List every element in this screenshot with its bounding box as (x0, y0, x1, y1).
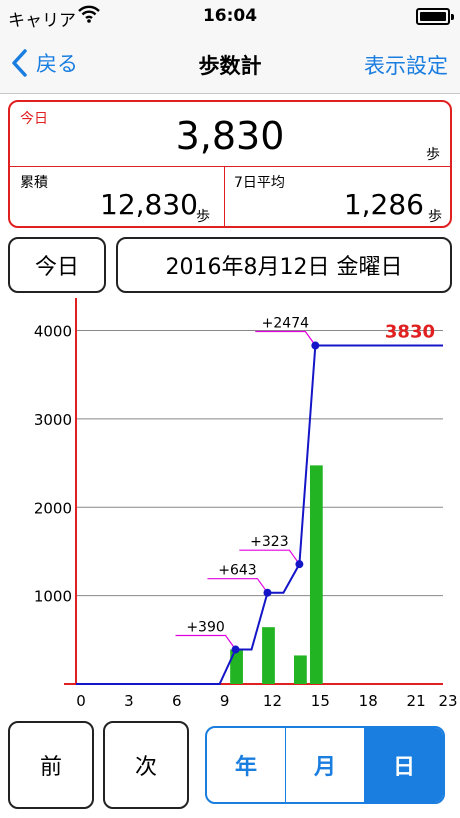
annotation-label: +323 (250, 534, 288, 550)
bar (294, 655, 307, 684)
y-tick-label: 2000 (34, 499, 72, 517)
x-tick-label: 15 (311, 692, 330, 706)
stats-divider (224, 166, 225, 226)
bar (262, 627, 275, 684)
annotation-label: +643 (218, 563, 256, 579)
annotation-leader (255, 330, 316, 346)
data-point (311, 341, 320, 350)
cumulative-value: 12,830 (100, 188, 198, 221)
bar (309, 465, 323, 684)
today-steps-value: 3,830 (175, 114, 285, 158)
today-button[interactable]: 今日 (8, 237, 106, 293)
x-tick-label: 23 (438, 692, 457, 706)
x-tick-label: 12 (263, 692, 282, 706)
date-display[interactable]: 2016年8月12日 金曜日 (116, 237, 452, 293)
today-steps-unit: 歩 (426, 147, 440, 163)
y-tick-label: 4000 (34, 323, 72, 341)
display-settings-button[interactable]: 表示設定 (364, 50, 448, 80)
cumulative-line (76, 344, 443, 685)
stats-divider (10, 166, 450, 167)
hourly-steps-chart: 1000 2000 3000 4000 0 3 6 9 12 15 18 21 23 +390 +643 +3… (34, 298, 458, 706)
x-tick-label: 6 (172, 692, 182, 706)
data-point (295, 560, 304, 569)
annotation-label: +2474 (262, 316, 309, 332)
y-tick-label: 1000 (34, 588, 72, 606)
annotation-leader (207, 578, 268, 594)
x-tick-label: 3 (124, 692, 134, 706)
stats-panel: 今日 3,830 歩 累積 12,830 歩 7日平均 1,286 歩 (8, 100, 452, 228)
annotation-leader (175, 634, 237, 650)
x-tick-label: 21 (407, 692, 426, 706)
nav-bar: 戻る 歩数計 表示設定 (0, 34, 460, 94)
status-bar: キャリア 16:04 (0, 0, 460, 34)
y-tick-label: 3000 (34, 411, 72, 429)
avg-label: 7日平均 (234, 175, 285, 191)
data-point (263, 588, 272, 597)
annotation-label: +390 (186, 620, 224, 636)
avg-unit: 歩 (428, 209, 442, 225)
cumulative-label: 累積 (20, 175, 48, 191)
clock: 16:04 (202, 6, 258, 26)
period-segmented-control: 年月日 (205, 726, 445, 804)
segment-day[interactable]: 日 (365, 728, 443, 802)
avg-value: 1,286 (343, 188, 424, 221)
prev-button[interactable]: 前 (8, 721, 94, 809)
x-tick-label: 0 (76, 692, 86, 706)
battery-icon (416, 8, 454, 25)
data-point (231, 645, 240, 654)
x-tick-label: 9 (220, 692, 230, 706)
next-button[interactable]: 次 (103, 721, 189, 809)
cumulative-unit: 歩 (196, 209, 210, 225)
segment-month[interactable]: 月 (286, 728, 365, 802)
segment-year[interactable]: 年 (207, 728, 286, 802)
total-label: 3830 (385, 322, 435, 343)
x-tick-label: 18 (359, 692, 378, 706)
